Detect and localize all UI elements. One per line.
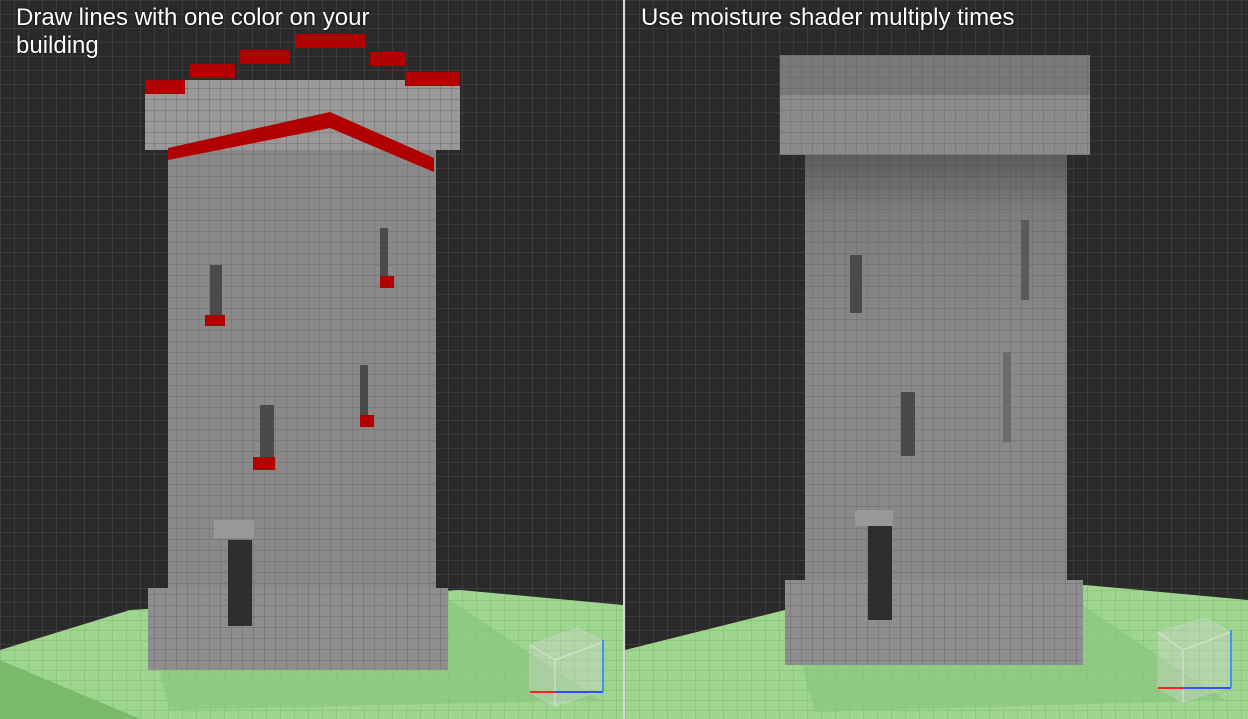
caption-left: Draw lines with one color on your buildi… [16,4,370,59]
viewport-right[interactable]: Use moisture shader multiply times [625,0,1248,719]
window [850,255,862,313]
window [260,405,274,457]
window [1021,220,1029,300]
window [901,392,915,456]
view-cube-icon[interactable] [1157,617,1232,703]
doorway [868,525,892,620]
comparison-view: Draw lines with one color on your buildi… [0,0,1248,719]
viewport-left-canvas [0,0,623,719]
window [1003,352,1011,442]
viewport-right-canvas [625,0,1248,719]
viewport-left[interactable]: Draw lines with one color on your buildi… [0,0,623,719]
window [210,265,222,315]
caption-right: Use moisture shader multiply times [641,4,1015,31]
window [380,228,388,276]
doorway [228,540,252,626]
window [360,365,368,415]
